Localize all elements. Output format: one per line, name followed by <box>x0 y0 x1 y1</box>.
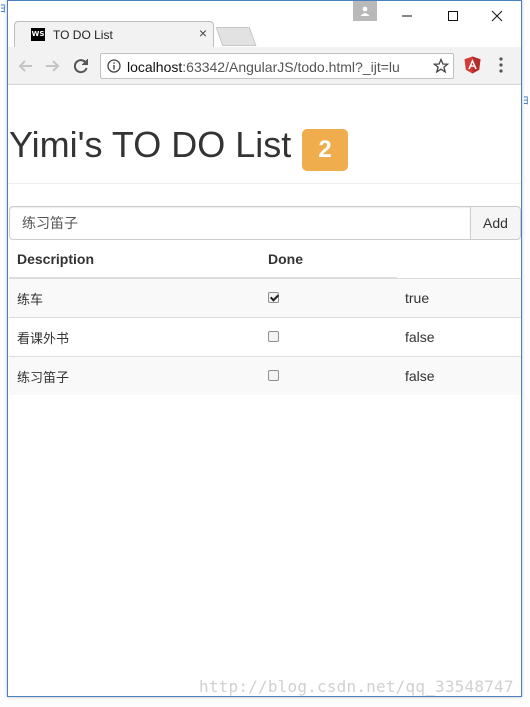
desktop-fragment: ﾖ <box>523 94 529 107</box>
minimize-button[interactable] <box>392 3 422 27</box>
done-value: true <box>397 277 521 318</box>
close-icon <box>491 10 503 22</box>
table-header-row: Description Done <box>9 240 521 279</box>
watermark-text: http://blog.csdn.net/qq_33548747 <box>199 677 514 696</box>
angular-extension-icon[interactable] <box>464 56 481 74</box>
url-host: localhost <box>127 59 183 75</box>
done-checkbox[interactable] <box>268 330 279 342</box>
table-row: 看课外书 false <box>9 317 521 357</box>
forward-arrow-icon[interactable] <box>42 56 62 76</box>
person-icon <box>360 6 370 16</box>
todo-description: 练车 <box>9 277 260 318</box>
done-value: false <box>397 317 521 357</box>
done-cell <box>260 277 397 318</box>
tab-close-icon[interactable]: × <box>199 25 207 41</box>
desktop-fragment: ﾖ <box>0 2 6 15</box>
title-bar: WS TO DO List × <box>8 1 521 47</box>
done-cell <box>260 356 397 395</box>
webstorm-favicon-icon: WS <box>31 28 45 41</box>
todo-table: Description Done 练车 true 看课外书 false 练习笛子… <box>9 240 521 395</box>
column-header-description: Description <box>9 240 260 279</box>
reload-icon[interactable] <box>71 56 91 76</box>
info-icon[interactable] <box>107 59 121 73</box>
close-window-button[interactable] <box>482 3 512 27</box>
url-path: :63342/AngularJS/todo.html?_ijt=lu <box>182 59 400 75</box>
table-row: 练车 true <box>9 277 521 318</box>
profile-button[interactable] <box>353 1 377 21</box>
browser-tab[interactable]: WS TO DO List × <box>14 21 214 47</box>
column-header-done: Done <box>260 240 397 279</box>
tab-title: TO DO List <box>53 28 113 42</box>
minimize-icon <box>402 15 412 17</box>
done-checkbox[interactable] <box>268 369 279 381</box>
page-header: Yimi's TO DO List 2 <box>8 85 521 184</box>
column-header-blank <box>397 240 521 279</box>
table-row: 练习笛子 false <box>9 356 521 395</box>
page-title: Yimi's TO DO List <box>9 124 292 165</box>
maximize-icon <box>448 11 458 21</box>
browser-toolbar: localhost:63342/AngularJS/todo.html?_ijt… <box>8 47 521 85</box>
add-button[interactable]: Add <box>470 206 521 240</box>
new-tab-button[interactable] <box>215 27 257 46</box>
todo-description: 练习笛子 <box>9 356 260 395</box>
todo-table-body: 练车 true 看课外书 false 练习笛子 false <box>9 277 521 395</box>
back-arrow-icon[interactable] <box>16 56 36 76</box>
menu-dots-icon[interactable] <box>498 56 504 74</box>
todo-description: 看课外书 <box>9 317 260 357</box>
browser-window: WS TO DO List × localhost:63342/AngularJ… <box>7 0 522 697</box>
page-content: Yimi's TO DO List 2 Add Description Done… <box>8 85 521 696</box>
maximize-button[interactable] <box>438 3 468 27</box>
incomplete-count-badge: 2 <box>302 129 348 171</box>
done-checkbox[interactable] <box>268 291 279 303</box>
address-bar[interactable]: localhost:63342/AngularJS/todo.html?_ijt… <box>100 53 454 79</box>
done-value: false <box>397 356 521 395</box>
bookmark-star-icon[interactable] <box>433 58 449 74</box>
done-cell <box>260 317 397 357</box>
todo-input[interactable] <box>9 206 471 240</box>
add-todo-form: Add <box>9 206 521 240</box>
url-text: localhost:63342/AngularJS/todo.html?_ijt… <box>127 59 400 75</box>
